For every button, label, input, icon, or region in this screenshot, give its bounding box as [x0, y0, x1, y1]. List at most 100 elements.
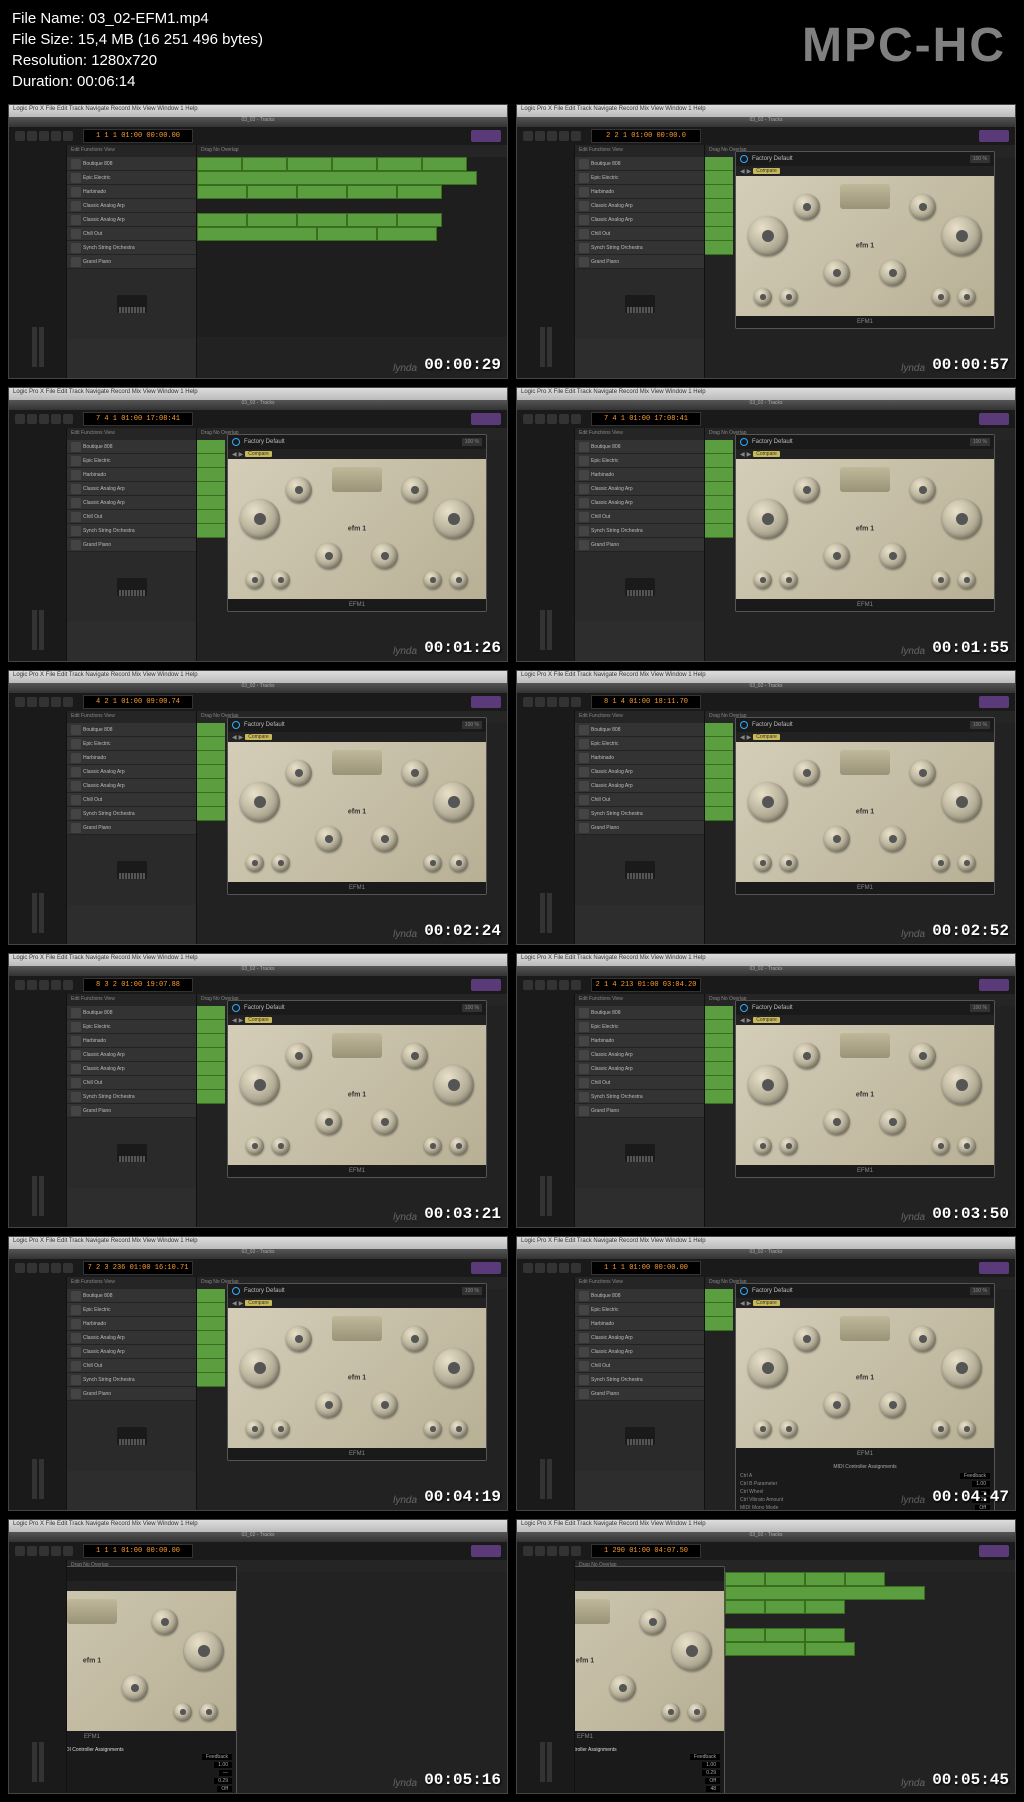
master-meter[interactable]: [471, 413, 501, 425]
channel-fader[interactable]: [32, 1176, 37, 1216]
macos-menubar[interactable]: Logic Pro X File Edit Track Navigate Rec…: [9, 105, 507, 117]
view-scale[interactable]: 100 %: [970, 438, 990, 446]
midi-region[interactable]: [347, 185, 397, 199]
macos-menubar[interactable]: Logic Pro X File Edit Track Navigate Rec…: [517, 671, 1015, 683]
track-row[interactable]: Grand Piano: [67, 538, 196, 552]
lcd-display[interactable]: 1 1 1 01:00 00:00.00: [83, 129, 193, 143]
compare-button[interactable]: Compare: [753, 1017, 780, 1023]
rewind-button[interactable]: [15, 980, 25, 990]
efm1-synth-panel[interactable]: efm 1: [228, 1025, 486, 1165]
track-row[interactable]: Boutique 808: [575, 723, 704, 737]
preset-name[interactable]: Factory Default: [244, 1005, 458, 1011]
play-button[interactable]: [51, 414, 61, 424]
main-workspace[interactable]: Drag No Overlap Factory Default ◀▶Compar…: [67, 1560, 507, 1793]
track-row[interactable]: Classic Analog Arp: [67, 1331, 196, 1345]
main-workspace[interactable]: Drag No Overlap: [197, 145, 507, 378]
midi-region[interactable]: [197, 765, 225, 779]
midi-region[interactable]: [705, 751, 733, 765]
video-thumbnail[interactable]: Logic Pro X File Edit Track Navigate Rec…: [8, 387, 508, 662]
rewind-button[interactable]: [15, 131, 25, 141]
forward-button[interactable]: [535, 1546, 545, 1556]
track-row[interactable]: Synch String Orchestra: [67, 1373, 196, 1387]
midi-region[interactable]: [705, 440, 733, 454]
macos-menubar[interactable]: Logic Pro X File Edit Track Navigate Rec…: [517, 388, 1015, 400]
main-workspace[interactable]: Drag No Overlap Factory Default 100 % ◀ …: [705, 994, 1015, 1227]
track-row[interactable]: Chill Out: [67, 793, 196, 807]
track-row[interactable]: Harbinado: [67, 1034, 196, 1048]
midi-region[interactable]: [197, 1048, 225, 1062]
midi-region[interactable]: [197, 723, 225, 737]
plugin-window[interactable]: Factory Default ◀▶Compare efm 1 EFM1 MID…: [67, 1566, 237, 1793]
midi-region[interactable]: [197, 1076, 225, 1090]
midi-region[interactable]: [705, 454, 733, 468]
arrangement-strip[interactable]: [705, 723, 733, 914]
midi-region[interactable]: [705, 482, 733, 496]
forward-button[interactable]: [27, 414, 37, 424]
main-workspace[interactable]: Drag No Overlap Factory Default 100 % ◀ …: [197, 994, 507, 1227]
track-row[interactable]: Chill Out: [575, 793, 704, 807]
plugin-power-button[interactable]: [232, 438, 240, 446]
forward-button[interactable]: [535, 980, 545, 990]
midi-region[interactable]: [705, 779, 733, 793]
prev-preset-button[interactable]: ◀: [740, 451, 745, 458]
midi-region[interactable]: [705, 185, 733, 199]
master-meter[interactable]: [979, 1262, 1009, 1274]
forward-button[interactable]: [27, 131, 37, 141]
channel-fader[interactable]: [540, 1176, 545, 1216]
prev-preset-button[interactable]: ◀: [740, 734, 745, 741]
midi-region[interactable]: [247, 213, 297, 227]
midi-region[interactable]: [397, 213, 442, 227]
track-row[interactable]: Classic Analog Arp: [67, 1048, 196, 1062]
master-meter[interactable]: [471, 1262, 501, 1274]
preset-name[interactable]: Factory Default: [752, 1005, 966, 1011]
midi-region[interactable]: [197, 1317, 225, 1331]
macos-menubar[interactable]: Logic Pro X File Edit Track Navigate Rec…: [517, 1237, 1015, 1249]
midi-region[interactable]: [197, 496, 225, 510]
midi-region[interactable]: [705, 1076, 733, 1090]
channel-fader[interactable]: [39, 1459, 44, 1499]
track-row[interactable]: Classic Analog Arp: [575, 496, 704, 510]
preset-name[interactable]: Factory Default: [244, 439, 458, 445]
track-row[interactable]: Classic Analog Arp: [67, 199, 196, 213]
midi-region[interactable]: [705, 1020, 733, 1034]
forward-button[interactable]: [535, 1263, 545, 1273]
rewind-button[interactable]: [523, 980, 533, 990]
view-scale[interactable]: 100 %: [970, 1004, 990, 1012]
arrangement-area[interactable]: [725, 1572, 1015, 1793]
midi-region[interactable]: [242, 157, 287, 171]
track-row[interactable]: Grand Piano: [575, 1387, 704, 1401]
midi-region[interactable]: [332, 157, 377, 171]
video-thumbnail[interactable]: Logic Pro X File Edit Track Navigate Rec…: [516, 1236, 1016, 1511]
track-row[interactable]: Epic Electric: [67, 1303, 196, 1317]
channel-fader[interactable]: [32, 1459, 37, 1499]
channel-fader[interactable]: [32, 327, 37, 367]
stop-button[interactable]: [39, 131, 49, 141]
track-row[interactable]: Boutique 808: [67, 1006, 196, 1020]
arrangement-strip[interactable]: [197, 723, 225, 914]
record-button[interactable]: [571, 697, 581, 707]
macos-menubar[interactable]: Logic Pro X File Edit Track Navigate Rec…: [9, 671, 507, 683]
stop-button[interactable]: [547, 697, 557, 707]
midi-region[interactable]: [397, 185, 442, 199]
arrangement-strip[interactable]: [197, 1006, 225, 1197]
main-workspace[interactable]: Drag No Overlap Factory Default ◀▶Compar…: [575, 1560, 1015, 1793]
track-row[interactable]: Classic Analog Arp: [575, 1345, 704, 1359]
channel-fader[interactable]: [547, 1176, 552, 1216]
prev-preset-button[interactable]: ◀: [740, 1017, 745, 1024]
stop-button[interactable]: [547, 1263, 557, 1273]
track-row[interactable]: Chill Out: [67, 227, 196, 241]
compare-button[interactable]: Compare: [753, 451, 780, 457]
lcd-display[interactable]: 8 1 4 01:00 18:11.70: [591, 695, 701, 709]
track-row[interactable]: Classic Analog Arp: [67, 482, 196, 496]
channel-fader[interactable]: [39, 893, 44, 933]
midi-region[interactable]: [197, 779, 225, 793]
play-button[interactable]: [51, 697, 61, 707]
plugin-power-button[interactable]: [740, 1287, 748, 1295]
stop-button[interactable]: [39, 697, 49, 707]
rewind-button[interactable]: [15, 697, 25, 707]
midi-region[interactable]: [705, 468, 733, 482]
record-button[interactable]: [63, 1546, 73, 1556]
play-button[interactable]: [559, 414, 569, 424]
track-row[interactable]: Grand Piano: [575, 538, 704, 552]
midi-region[interactable]: [197, 1020, 225, 1034]
